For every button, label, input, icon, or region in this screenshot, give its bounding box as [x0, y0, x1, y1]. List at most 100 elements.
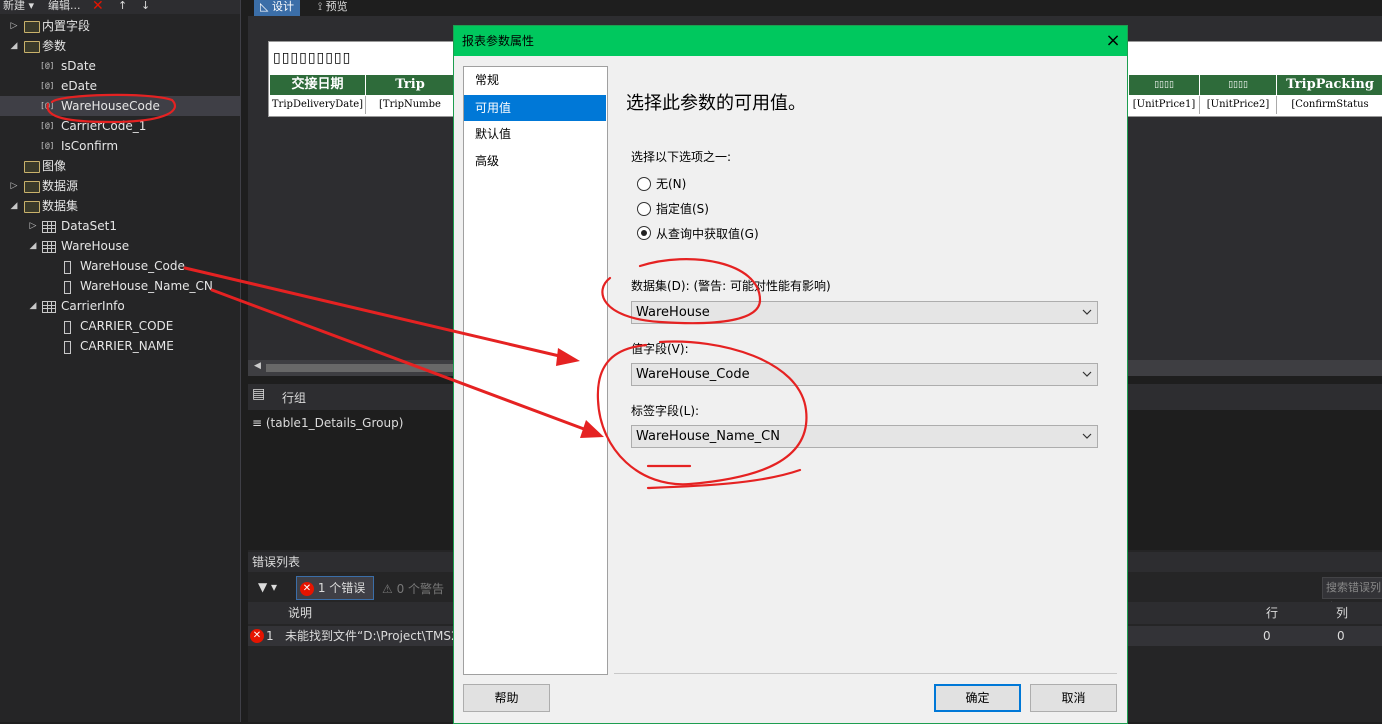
- report-data-toolbar: 新建 ▾ 编辑... ✕ ↑ ↓: [0, 0, 240, 14]
- error-search-input[interactable]: 搜索错误列表: [1322, 577, 1382, 614]
- collapse-icon[interactable]: ◢: [9, 196, 19, 216]
- tree-label: CARRIER_CODE: [80, 319, 174, 333]
- dataset-select-value: WareHouse: [636, 305, 710, 320]
- expand-icon[interactable]: ▷: [9, 176, 19, 196]
- new-button[interactable]: 新建 ▾: [3, 0, 34, 12]
- chevron-down-icon: [1082, 371, 1092, 377]
- tree-label: WareHouse: [61, 239, 130, 253]
- field-icon: [64, 321, 71, 334]
- cancel-button[interactable]: 取消: [1030, 684, 1117, 712]
- tab-label: 设计: [271, 0, 294, 13]
- filter-button[interactable]: ▼ ▾: [258, 580, 277, 594]
- table-icon: [42, 301, 56, 313]
- tree-item-datasets[interactable]: ◢ 数据集: [0, 196, 240, 216]
- tree-item-param-isconfirm[interactable]: [@] IsConfirm: [0, 136, 240, 156]
- header-cell[interactable]: ▯▯▯▯: [1200, 75, 1277, 95]
- nav-item-available-values[interactable]: 可用值: [464, 95, 606, 121]
- row-group-item[interactable]: ≡ (table1_Details_Group): [252, 416, 403, 430]
- tree-label: WareHouse_Name_CN: [80, 279, 213, 293]
- parameter-icon: [@]: [40, 101, 55, 110]
- errors-filter-toggle[interactable]: ✕ 1 个错误: [296, 576, 374, 600]
- move-down-button[interactable]: ↓: [141, 0, 150, 12]
- folder-icon: [24, 21, 40, 33]
- detail-cell[interactable]: [TripNumbe: [366, 96, 455, 114]
- col-description[interactable]: 说明: [288, 602, 312, 624]
- label-field-label: 标签字段(L):: [631, 404, 700, 418]
- tree-item-images[interactable]: 图像: [0, 156, 240, 176]
- tab-design[interactable]: ◺ 设计: [254, 0, 300, 16]
- tab-label: 预览: [325, 0, 348, 13]
- tree-item-warehouse[interactable]: ◢ WareHouse: [0, 236, 240, 256]
- delete-icon[interactable]: ✕: [92, 0, 104, 13]
- tree-label: CarrierCode_1: [61, 119, 147, 133]
- radio-from-query[interactable]: [637, 226, 651, 240]
- nav-item-advanced[interactable]: 高级: [464, 148, 606, 174]
- tree-item-field-carrier-name[interactable]: CARRIER_NAME: [0, 336, 240, 356]
- radio-specify-values[interactable]: [637, 202, 651, 216]
- expand-icon[interactable]: ▷: [28, 216, 38, 236]
- radio-from-query-label[interactable]: 从查询中获取值(G): [656, 225, 759, 242]
- table-icon: [42, 241, 56, 253]
- radio-specify-values-label[interactable]: 指定值(S): [656, 200, 709, 217]
- value-field-select-value: WareHouse_Code: [636, 367, 750, 382]
- parameter-icon: [@]: [40, 81, 55, 90]
- header-cell[interactable]: 交接日期: [270, 75, 366, 95]
- warning-icon: ⚠: [382, 582, 393, 596]
- ok-button[interactable]: 确定: [934, 684, 1021, 712]
- move-up-button[interactable]: ↑: [118, 0, 127, 12]
- tree-item-param-edate[interactable]: [@] eDate: [0, 76, 240, 96]
- dataset-select[interactable]: WareHouse: [631, 301, 1098, 324]
- detail-cell[interactable]: [UnitPrice1]: [1129, 96, 1200, 114]
- folder-open-icon: [24, 201, 40, 213]
- header-cell[interactable]: TripPacking: [1277, 75, 1382, 95]
- tree-item-dataset1[interactable]: ▷ DataSet1: [0, 216, 240, 236]
- header-cell[interactable]: Trip: [366, 75, 455, 95]
- col-line[interactable]: 行: [1266, 602, 1278, 624]
- tree-label: sDate: [61, 59, 96, 73]
- page-heading: 选择此参数的可用值。: [626, 93, 806, 114]
- radio-none-label[interactable]: 无(N): [656, 175, 686, 192]
- edit-button[interactable]: 编辑...: [48, 0, 81, 12]
- tree-item-field-warehouse-code[interactable]: WareHouse_Code: [0, 256, 240, 276]
- dialog-title-bar[interactable]: 报表参数属性: [454, 26, 1127, 56]
- tree-item-field-warehouse-name[interactable]: WareHouse_Name_CN: [0, 276, 240, 296]
- collapse-icon[interactable]: ◢: [28, 236, 38, 256]
- expand-icon[interactable]: ▷: [9, 16, 19, 36]
- detail-cell[interactable]: TripDeliveryDate]: [270, 96, 366, 114]
- parameter-icon: [@]: [40, 61, 55, 70]
- tree-item-builtin-fields[interactable]: ▷ 内置字段: [0, 16, 240, 36]
- help-button[interactable]: 帮助: [463, 684, 550, 712]
- warnings-filter-toggle[interactable]: ⚠ 0 个警告: [382, 580, 444, 597]
- tree-item-datasources[interactable]: ▷ 数据源: [0, 176, 240, 196]
- detail-cell[interactable]: [ConfirmStatus: [1277, 96, 1382, 114]
- tree-item-param-warehousecode[interactable]: [@] WareHouseCode: [0, 96, 240, 116]
- col-column[interactable]: 列: [1336, 602, 1348, 624]
- header-cell[interactable]: ▯▯▯▯: [1129, 75, 1200, 95]
- collapse-icon[interactable]: ◢: [28, 296, 38, 316]
- chevron-down-icon: [1082, 433, 1092, 439]
- folder-icon: [24, 181, 40, 193]
- value-field-select[interactable]: WareHouse_Code: [631, 363, 1098, 386]
- scroll-left-icon[interactable]: ◀: [254, 361, 261, 371]
- tree-label: IsConfirm: [61, 139, 119, 153]
- row-groups-title: 行组: [282, 391, 307, 405]
- parameter-icon: [@]: [40, 121, 55, 130]
- label-field-select[interactable]: WareHouse_Name_CN: [631, 425, 1098, 448]
- nav-item-general[interactable]: 常规: [464, 67, 606, 93]
- nav-item-default-values[interactable]: 默认值: [464, 121, 606, 147]
- tree-label: WareHouse_Code: [80, 259, 185, 273]
- radio-none[interactable]: [637, 177, 651, 191]
- collapse-icon[interactable]: ◢: [9, 36, 19, 56]
- detail-cell[interactable]: [UnitPrice2]: [1200, 96, 1277, 114]
- tab-preview[interactable]: ⟟ 预览: [312, 0, 354, 16]
- report-title[interactable]: ▯▯▯▯▯▯▯▯▯: [273, 50, 351, 66]
- tree-item-carrierinfo[interactable]: ◢ CarrierInfo: [0, 296, 240, 316]
- tree-item-param-carriercode[interactable]: [@] CarrierCode_1: [0, 116, 240, 136]
- tree-item-field-carrier-code[interactable]: CARRIER_CODE: [0, 316, 240, 336]
- tree-label: CarrierInfo: [61, 299, 125, 313]
- tree-item-parameters[interactable]: ◢ 参数: [0, 36, 240, 56]
- tree-item-param-sdate[interactable]: [@] sDate: [0, 56, 240, 76]
- tree-label: 内置字段: [42, 19, 91, 33]
- close-icon[interactable]: ×: [1100, 26, 1126, 56]
- warning-count: 0 个警告: [396, 582, 445, 596]
